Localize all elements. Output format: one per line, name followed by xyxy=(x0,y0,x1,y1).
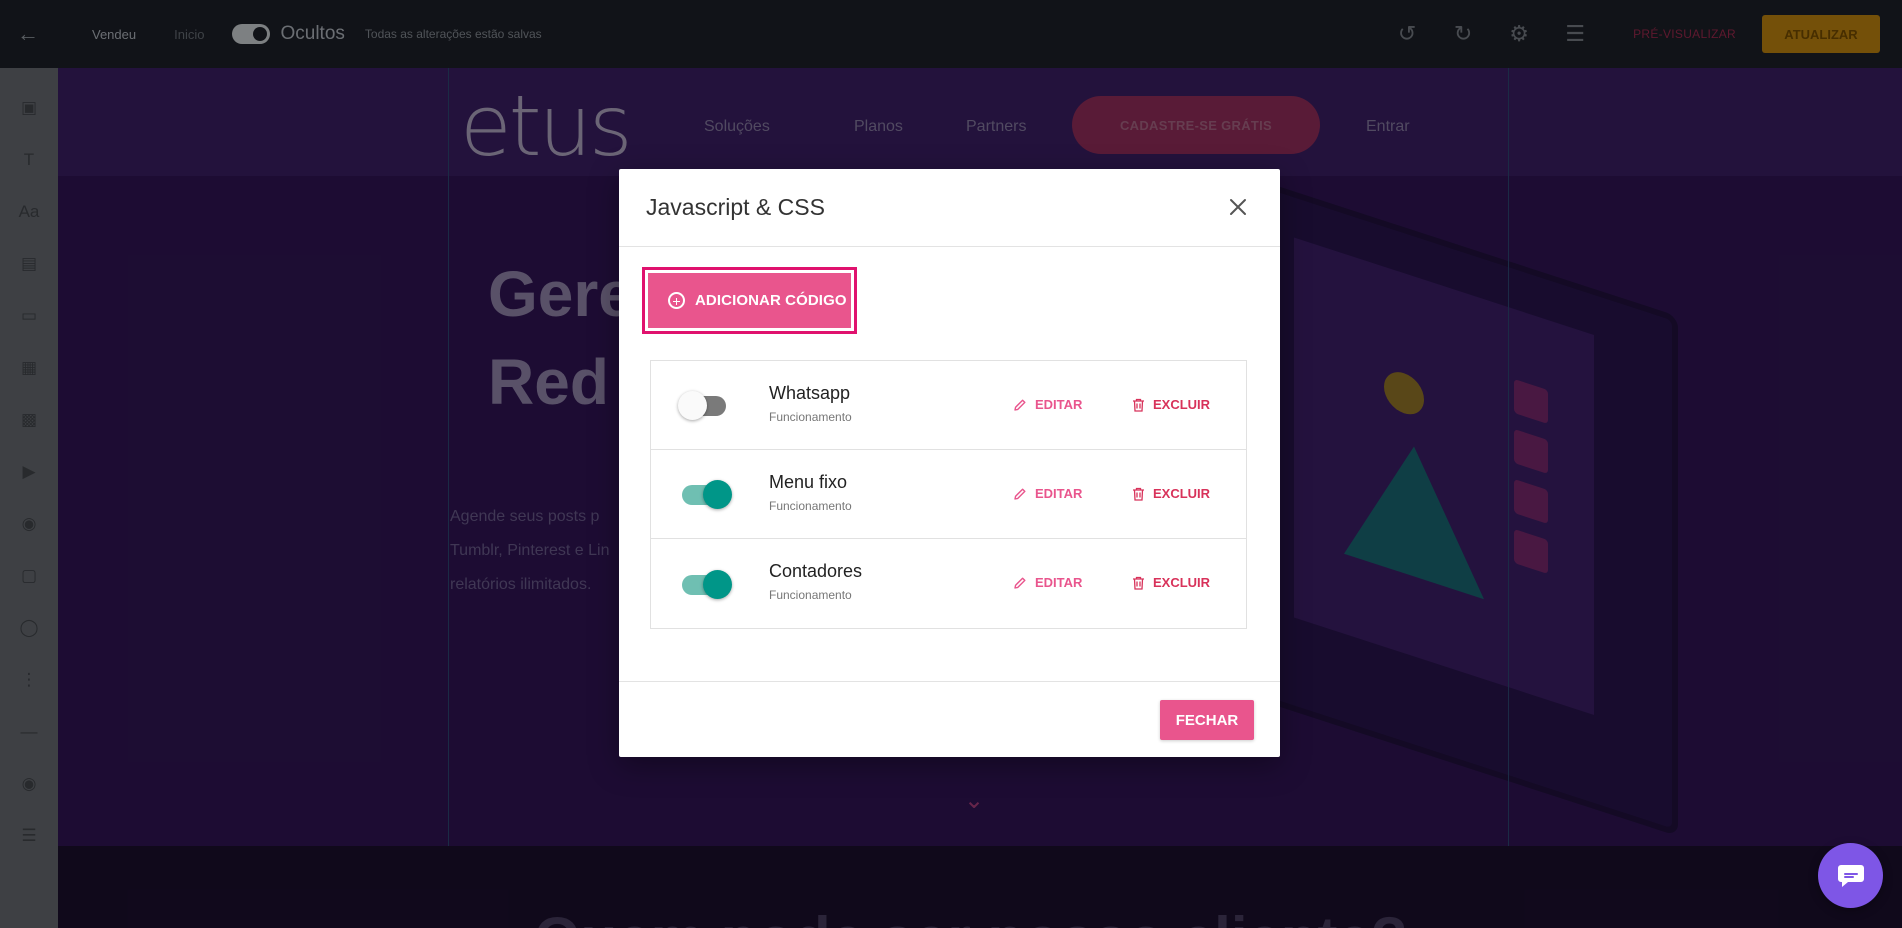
add-code-label: ADICIONAR CÓDIGO xyxy=(695,292,847,309)
modal-body: ADICIONAR CÓDIGO Whatsapp Funcionamento … xyxy=(619,247,1280,681)
delete-button[interactable]: EXCLUIR xyxy=(1132,486,1210,501)
trash-icon xyxy=(1133,487,1144,501)
modal-footer: FECHAR xyxy=(619,681,1280,757)
code-name: Menu fixo xyxy=(769,472,848,492)
edit-button[interactable]: EDITAR xyxy=(1013,486,1082,501)
code-subtitle: Funcionamento xyxy=(769,410,852,424)
trash-icon xyxy=(1133,576,1144,590)
list-item: Menu fixo Funcionamento EDITAR EXCLUIR xyxy=(651,450,1246,539)
close-modal-button[interactable]: FECHAR xyxy=(1160,700,1254,740)
chat-widget-button[interactable] xyxy=(1818,843,1883,908)
js-css-modal: Javascript & CSS ADICIONAR CÓDIGO Whatsa… xyxy=(619,169,1280,757)
pencil-icon xyxy=(1014,399,1026,411)
list-item: Contadores Funcionamento EDITAR EXCLUIR xyxy=(651,539,1246,628)
add-code-focus-ring: ADICIONAR CÓDIGO xyxy=(642,267,857,334)
enable-toggle[interactable] xyxy=(678,388,730,422)
trash-icon xyxy=(1133,398,1144,412)
edit-button[interactable]: EDITAR xyxy=(1013,575,1082,590)
enable-toggle[interactable] xyxy=(678,567,732,601)
plus-circle-icon xyxy=(668,292,685,309)
delete-button[interactable]: EXCLUIR xyxy=(1132,397,1210,412)
pencil-icon xyxy=(1014,577,1026,589)
close-icon[interactable] xyxy=(1224,193,1252,221)
code-list: Whatsapp Funcionamento EDITAR EXCLUIR Me… xyxy=(650,360,1247,629)
pencil-icon xyxy=(1014,488,1026,500)
modal-header: Javascript & CSS xyxy=(619,169,1280,247)
modal-title: Javascript & CSS xyxy=(646,194,825,220)
list-item: Whatsapp Funcionamento EDITAR EXCLUIR xyxy=(651,361,1246,450)
code-subtitle: Funcionamento xyxy=(769,499,852,513)
code-name: Contadores xyxy=(769,561,863,581)
code-name: Whatsapp xyxy=(769,383,851,403)
add-code-button[interactable]: ADICIONAR CÓDIGO xyxy=(648,273,851,328)
delete-button[interactable]: EXCLUIR xyxy=(1132,575,1210,590)
chat-icon xyxy=(1837,864,1864,887)
enable-toggle[interactable] xyxy=(678,477,732,511)
code-subtitle: Funcionamento xyxy=(769,588,852,602)
edit-button[interactable]: EDITAR xyxy=(1013,397,1082,412)
